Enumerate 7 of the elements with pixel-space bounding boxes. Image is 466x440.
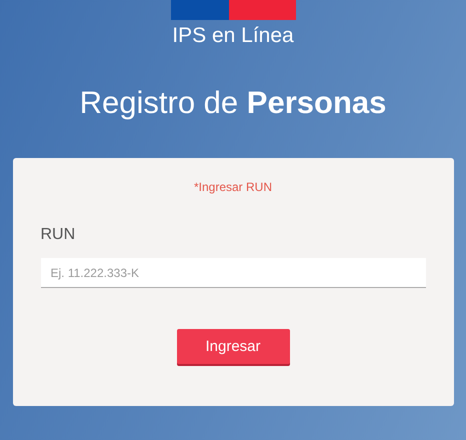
flag-logo-icon bbox=[170, 0, 296, 20]
submit-button[interactable]: Ingresar bbox=[176, 329, 290, 364]
run-label: RUN bbox=[40, 226, 76, 244]
error-message: *Ingresar RUN bbox=[192, 180, 274, 194]
run-input-field[interactable]: Ej. 11.222.333-K bbox=[40, 258, 426, 288]
page-title: Registro de Personas bbox=[80, 84, 386, 122]
brand-name: IPS en Línea bbox=[172, 23, 294, 49]
